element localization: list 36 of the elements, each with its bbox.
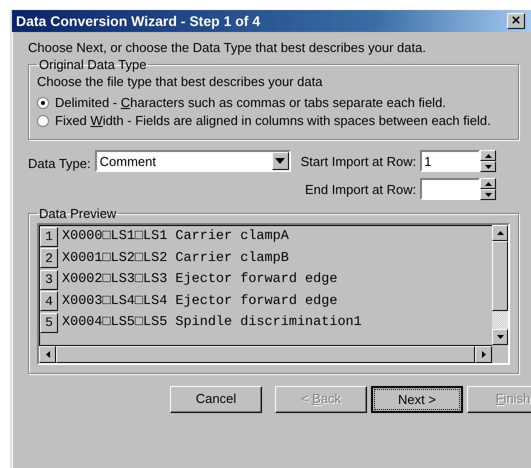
scroll-thumb[interactable] — [492, 241, 508, 311]
end-row-label: End Import at Row: — [304, 182, 416, 196]
preview-line: X0004□LS5□LS5 Spindle discrimination1 — [62, 315, 362, 330]
down-arrow-icon[interactable] — [496, 335, 504, 339]
radio-label[interactable]: Delimited - Characters such as commas or tabs separate each field. — [55, 95, 446, 110]
right-arrow-icon[interactable] — [482, 351, 486, 358]
end-row-field[interactable] — [420, 178, 480, 200]
window-title: Data Conversion Wizard - Step 1 of 4 — [16, 13, 260, 29]
wizard-button[interactable]: Cancel — [170, 386, 262, 413]
row-header[interactable]: 1 — [40, 226, 58, 247]
row-header[interactable]: 2 — [40, 248, 58, 268]
wizard-button[interactable]: Next > — [371, 386, 463, 413]
start-row-label: Start Import at Row: — [300, 154, 416, 168]
left-arrow-icon[interactable] — [46, 351, 50, 358]
up-arrow-icon[interactable] — [496, 231, 504, 235]
preview-line: X0000□LS1□LS1 Carrier clampA — [62, 229, 289, 244]
data-type-label: Data Type: — [28, 156, 91, 173]
preview-line: X0003□LS4□LS4 Ejector forward edge — [62, 294, 338, 309]
radio-label[interactable]: Fixed Width - Fields are aligned in columns with spaces between each field. — [55, 113, 491, 128]
radio-button[interactable] — [37, 96, 49, 108]
vertical-scrollbar[interactable] — [492, 225, 508, 345]
instruction-text: Choose Next, or choose the Data Type that best describes your data. — [28, 40, 427, 55]
preview-line: X0002□LS3□LS3 Ejector forward edge — [62, 272, 338, 288]
group-hint: Choose the file type that best describes your data — [37, 74, 324, 89]
spin-buttons[interactable] — [480, 150, 496, 172]
data-type-dropdown[interactable]: Comment — [94, 150, 291, 172]
row-header[interactable]: 4 — [40, 291, 58, 312]
radio-button[interactable] — [37, 114, 49, 126]
row-header[interactable]: 3 — [40, 270, 58, 290]
group-legend: Data Preview — [37, 206, 118, 221]
preview-line: X0001□LS2□LS2 Carrier clampB — [62, 250, 289, 266]
start-row-field[interactable]: 1 — [420, 150, 480, 172]
row-header[interactable]: 5 — [40, 312, 58, 333]
close-button[interactable]: × — [507, 13, 525, 29]
spin-buttons[interactable] — [480, 178, 496, 200]
group-legend: Original Data Type — [37, 57, 148, 72]
